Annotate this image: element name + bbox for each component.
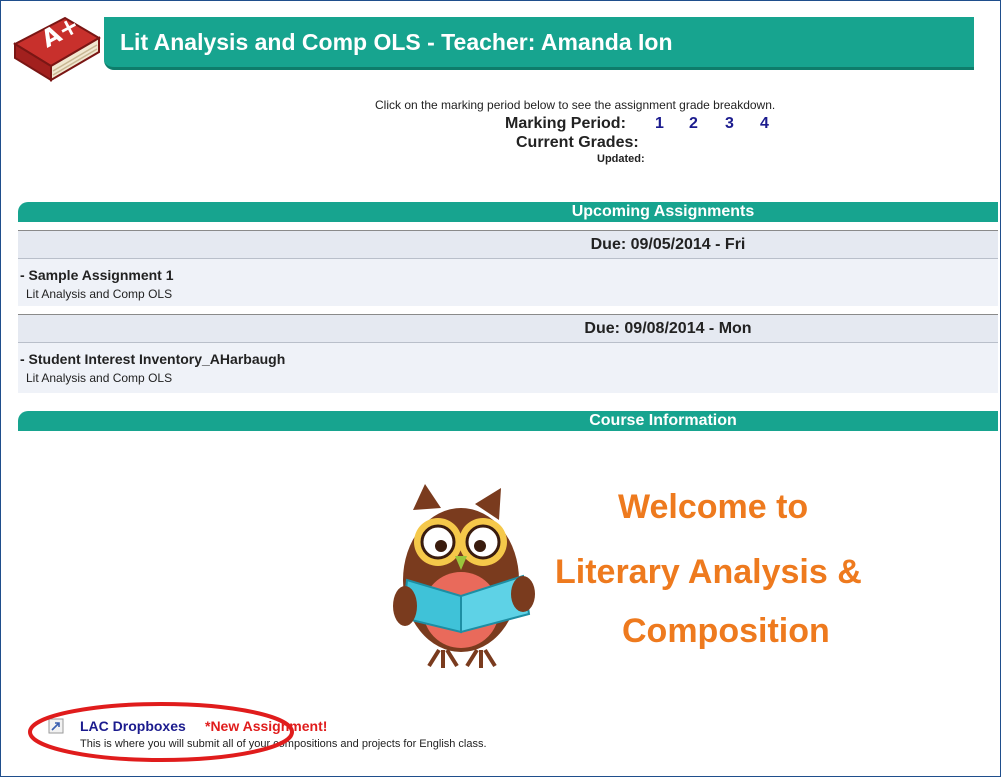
marking-period-3-link[interactable]: 3	[725, 115, 734, 133]
course-information-title: Course Information	[589, 412, 737, 429]
upcoming-assignments-title: Upcoming Assignments	[571, 203, 755, 220]
link-icon	[48, 718, 64, 734]
marking-period-label: Marking Period:	[505, 115, 626, 132]
welcome-line: Literary Analysis &	[555, 553, 862, 591]
course-information-header: Course Information	[18, 411, 998, 431]
lac-dropboxes-link[interactable]: LAC Dropboxes	[80, 718, 186, 734]
assignment-item: - Student Interest Inventory_AHarbaugh L…	[18, 343, 998, 393]
page-title: Lit Analysis and Comp OLS - Teacher: Ama…	[120, 29, 673, 55]
marking-period-4-link[interactable]: 4	[760, 115, 769, 133]
new-assignment-badge: *New Assignment!	[205, 718, 328, 734]
welcome-line: Welcome to	[618, 488, 809, 526]
assignment-course: Lit Analysis and Comp OLS	[26, 287, 173, 301]
assignment-item: - Sample Assignment 1 Lit Analysis and C…	[18, 259, 998, 306]
assignment-title[interactable]: - Sample Assignment 1	[20, 267, 174, 283]
owl-reading-icon	[393, 484, 535, 668]
updated-label: Updated:	[597, 153, 645, 165]
dropbox-description: This is where you will submit all of you…	[80, 738, 487, 750]
due-date-label: Due: 09/08/2014 - Mon	[584, 320, 752, 337]
book-a-plus-icon: A+	[12, 14, 101, 82]
upcoming-assignments-header: Upcoming Assignments	[18, 202, 998, 222]
due-date-header: Due: 09/08/2014 - Mon	[18, 314, 998, 343]
welcome-line: Composition	[622, 612, 830, 650]
due-date-label: Due: 09/05/2014 - Fri	[590, 236, 746, 253]
marking-period-instructions: Click on the marking period below to see…	[375, 98, 776, 112]
marking-period-1-link[interactable]: 1	[655, 115, 664, 133]
current-grades-label: Current Grades:	[516, 134, 639, 151]
due-date-header: Due: 09/05/2014 - Fri	[18, 230, 998, 259]
marking-period-2-link[interactable]: 2	[689, 115, 698, 133]
assignment-course: Lit Analysis and Comp OLS	[26, 371, 173, 385]
assignment-title[interactable]: - Student Interest Inventory_AHarbaugh	[20, 351, 285, 367]
